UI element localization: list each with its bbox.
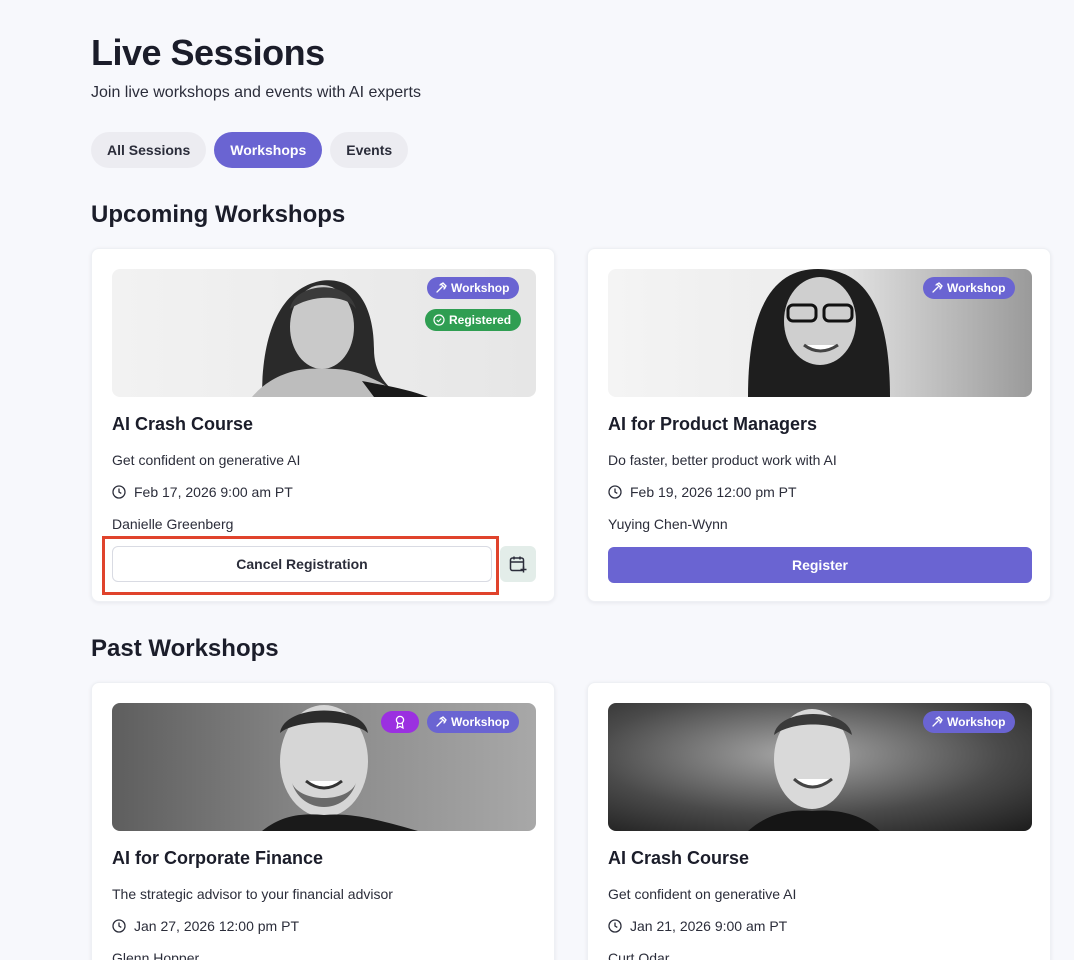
- award-icon: [395, 715, 405, 729]
- card-description: Do faster, better product work with AI: [608, 452, 837, 468]
- clock-icon: [112, 919, 126, 933]
- card-speaker: Curt Odar: [608, 950, 670, 960]
- tab-workshops[interactable]: Workshops: [214, 132, 323, 168]
- clock-icon: [608, 919, 622, 933]
- card-speaker: Glenn Hopper: [112, 950, 200, 960]
- card-title: AI Crash Course: [112, 414, 254, 434]
- tab-events[interactable]: Events: [330, 132, 409, 168]
- card-date: Feb 19, 2026 12:00 pm PT: [608, 484, 797, 500]
- check-circle-icon: [433, 314, 445, 326]
- card-date: Feb 17, 2026 9:00 am PT: [112, 484, 293, 500]
- clock-icon: [112, 485, 126, 499]
- past-workshops-heading: Past Workshops: [91, 635, 279, 662]
- hammer-icon: [436, 716, 447, 727]
- workshop-card-ai-for-product-managers: Workshop AI for Product Managers Do fast…: [587, 248, 1051, 602]
- card-description: Get confident on generative AI: [112, 452, 301, 468]
- workshop-badge: Workshop: [923, 277, 1016, 299]
- workshop-badge: Workshop: [427, 711, 520, 733]
- upcoming-workshops-heading: Upcoming Workshops: [91, 201, 346, 228]
- add-to-calendar-button[interactable]: [500, 546, 536, 582]
- hammer-icon: [932, 282, 943, 293]
- card-title: AI Crash Course: [608, 848, 750, 868]
- card-date: Jan 21, 2026 9:00 am PT: [608, 918, 787, 934]
- workshop-badge: Workshop: [923, 711, 1016, 733]
- hammer-icon: [932, 716, 943, 727]
- clock-icon: [608, 485, 622, 499]
- card-speaker: Yuying Chen-Wynn: [608, 516, 728, 532]
- registered-badge: Registered: [425, 309, 522, 331]
- workshop-card-ai-crash-course: Workshop Registered AI Crash Course Get …: [91, 248, 555, 602]
- hammer-icon: [436, 282, 447, 293]
- session-filter-tabs: All Sessions Workshops Events: [91, 132, 409, 168]
- cancel-registration-button[interactable]: Cancel Registration: [112, 546, 492, 582]
- card-description: The strategic advisor to your financial …: [112, 886, 393, 902]
- card-date: Jan 27, 2026 12:00 pm PT: [112, 918, 299, 934]
- calendar-plus-icon: [509, 556, 527, 573]
- card-description: Get confident on generative AI: [608, 886, 797, 902]
- workshop-badge: Workshop: [427, 277, 520, 299]
- workshop-card-ai-for-corporate-finance: Workshop AI for Corporate Finance The st…: [91, 682, 555, 960]
- page-title: Live Sessions: [91, 32, 325, 73]
- card-title: AI for Product Managers: [608, 414, 818, 434]
- card-speaker: Danielle Greenberg: [112, 516, 234, 532]
- page-subtitle: Join live workshops and events with AI e…: [91, 84, 421, 101]
- card-title: AI for Corporate Finance: [112, 848, 324, 868]
- workshop-card-ai-crash-course-past: Workshop AI Crash Course Get confident o…: [587, 682, 1051, 960]
- tab-all-sessions[interactable]: All Sessions: [91, 132, 207, 168]
- award-badge: [381, 711, 419, 733]
- register-button[interactable]: Register: [608, 547, 1032, 583]
